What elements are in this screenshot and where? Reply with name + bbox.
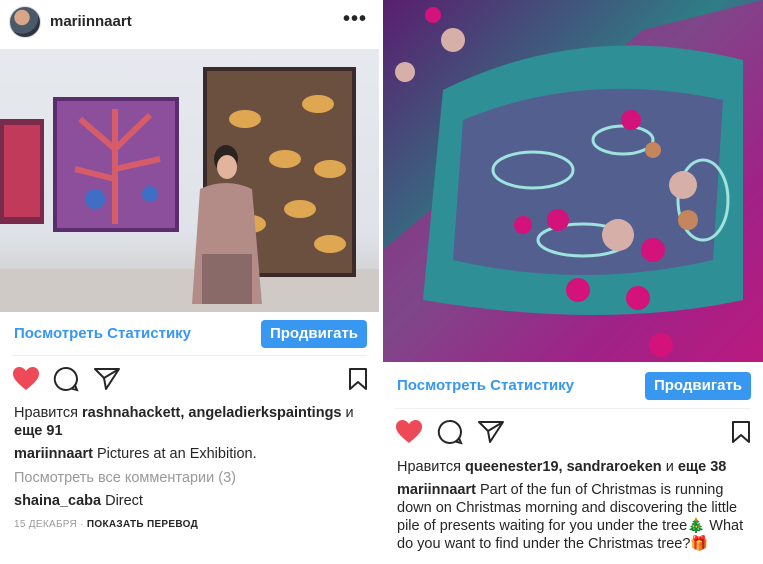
post-date: 15 ДЕКАБРЯ (14, 519, 78, 530)
right-post: Посмотреть Статистику Продвигать Нравитс… (383, 0, 763, 564)
left-post: mariinnaart ••• Посмотреть Статистику Пр… (0, 0, 379, 564)
bookmark-icon[interactable] (731, 421, 751, 443)
show-translation-link[interactable]: ПОКАЗАТЬ ПЕРЕВОД (87, 519, 198, 530)
promo-row: Посмотреть Статистику Продвигать (0, 312, 379, 356)
post-photo-exhibition[interactable] (0, 49, 379, 312)
post-header: mariinnaart ••• (0, 0, 379, 44)
direct-share-icon[interactable] (94, 367, 120, 391)
direct-share-icon[interactable] (478, 420, 504, 444)
likes-users[interactable]: queenester19, sandraroeken (465, 459, 662, 475)
more-icon[interactable]: ••• (343, 8, 367, 31)
likes-more[interactable]: еще 91 (14, 422, 63, 440)
caption: mariinnaart Part of the fun of Christmas… (397, 481, 747, 553)
comment-username[interactable]: shaina_caba (14, 493, 101, 509)
promote-button[interactable]: Продвигать (645, 372, 751, 400)
view-statistics-link[interactable]: Посмотреть Статистику (14, 325, 191, 342)
likes-line: Нравится queenester19, sandraroeken и ещ… (397, 458, 726, 476)
promote-button[interactable]: Продвигать (261, 320, 367, 348)
post-photo-christmas[interactable] (383, 0, 763, 362)
caption-username[interactable]: mariinnaart (397, 482, 476, 498)
view-statistics-link[interactable]: Посмотреть Статистику (397, 377, 574, 394)
likes-line: Нравится rashnahackett, angeladierkspain… (14, 404, 354, 422)
comment-icon[interactable] (53, 366, 79, 392)
likes-joiner: и (665, 459, 674, 475)
likes-joiner: и (345, 405, 354, 421)
caption: mariinnaart Pictures at an Exhibition. (14, 445, 257, 463)
comment-icon[interactable] (437, 419, 463, 445)
caption-text: Pictures at an Exhibition. (97, 446, 257, 462)
comment: shaina_caba Direct (14, 492, 143, 510)
view-comments-link[interactable]: Посмотреть все комментарии (3) (14, 469, 236, 487)
likes-more[interactable]: еще 38 (678, 459, 727, 475)
action-bar (383, 415, 763, 451)
caption-username[interactable]: mariinnaart (14, 446, 93, 462)
exhibition-illustration (0, 67, 379, 312)
likes-prefix: Нравится (14, 405, 78, 421)
avatar[interactable] (9, 6, 41, 38)
comment-text: Direct (105, 493, 143, 509)
likes-users[interactable]: rashnahackett, angeladierkspaintings (82, 405, 341, 421)
divider (12, 355, 367, 356)
bookmark-icon[interactable] (348, 368, 368, 390)
heart-filled-icon[interactable] (395, 419, 423, 445)
post-username[interactable]: mariinnaart (50, 13, 132, 30)
heart-filled-icon[interactable] (12, 366, 40, 392)
promo-row: Посмотреть Статистику Продвигать (383, 364, 763, 408)
action-bar (0, 362, 379, 398)
likes-prefix: Нравится (397, 459, 461, 475)
christmas-illustration (383, 0, 763, 362)
divider (395, 408, 751, 409)
meta-line: 15 ДЕКАБРЯ · ПОКАЗАТЬ ПЕРЕВОД (14, 519, 198, 530)
